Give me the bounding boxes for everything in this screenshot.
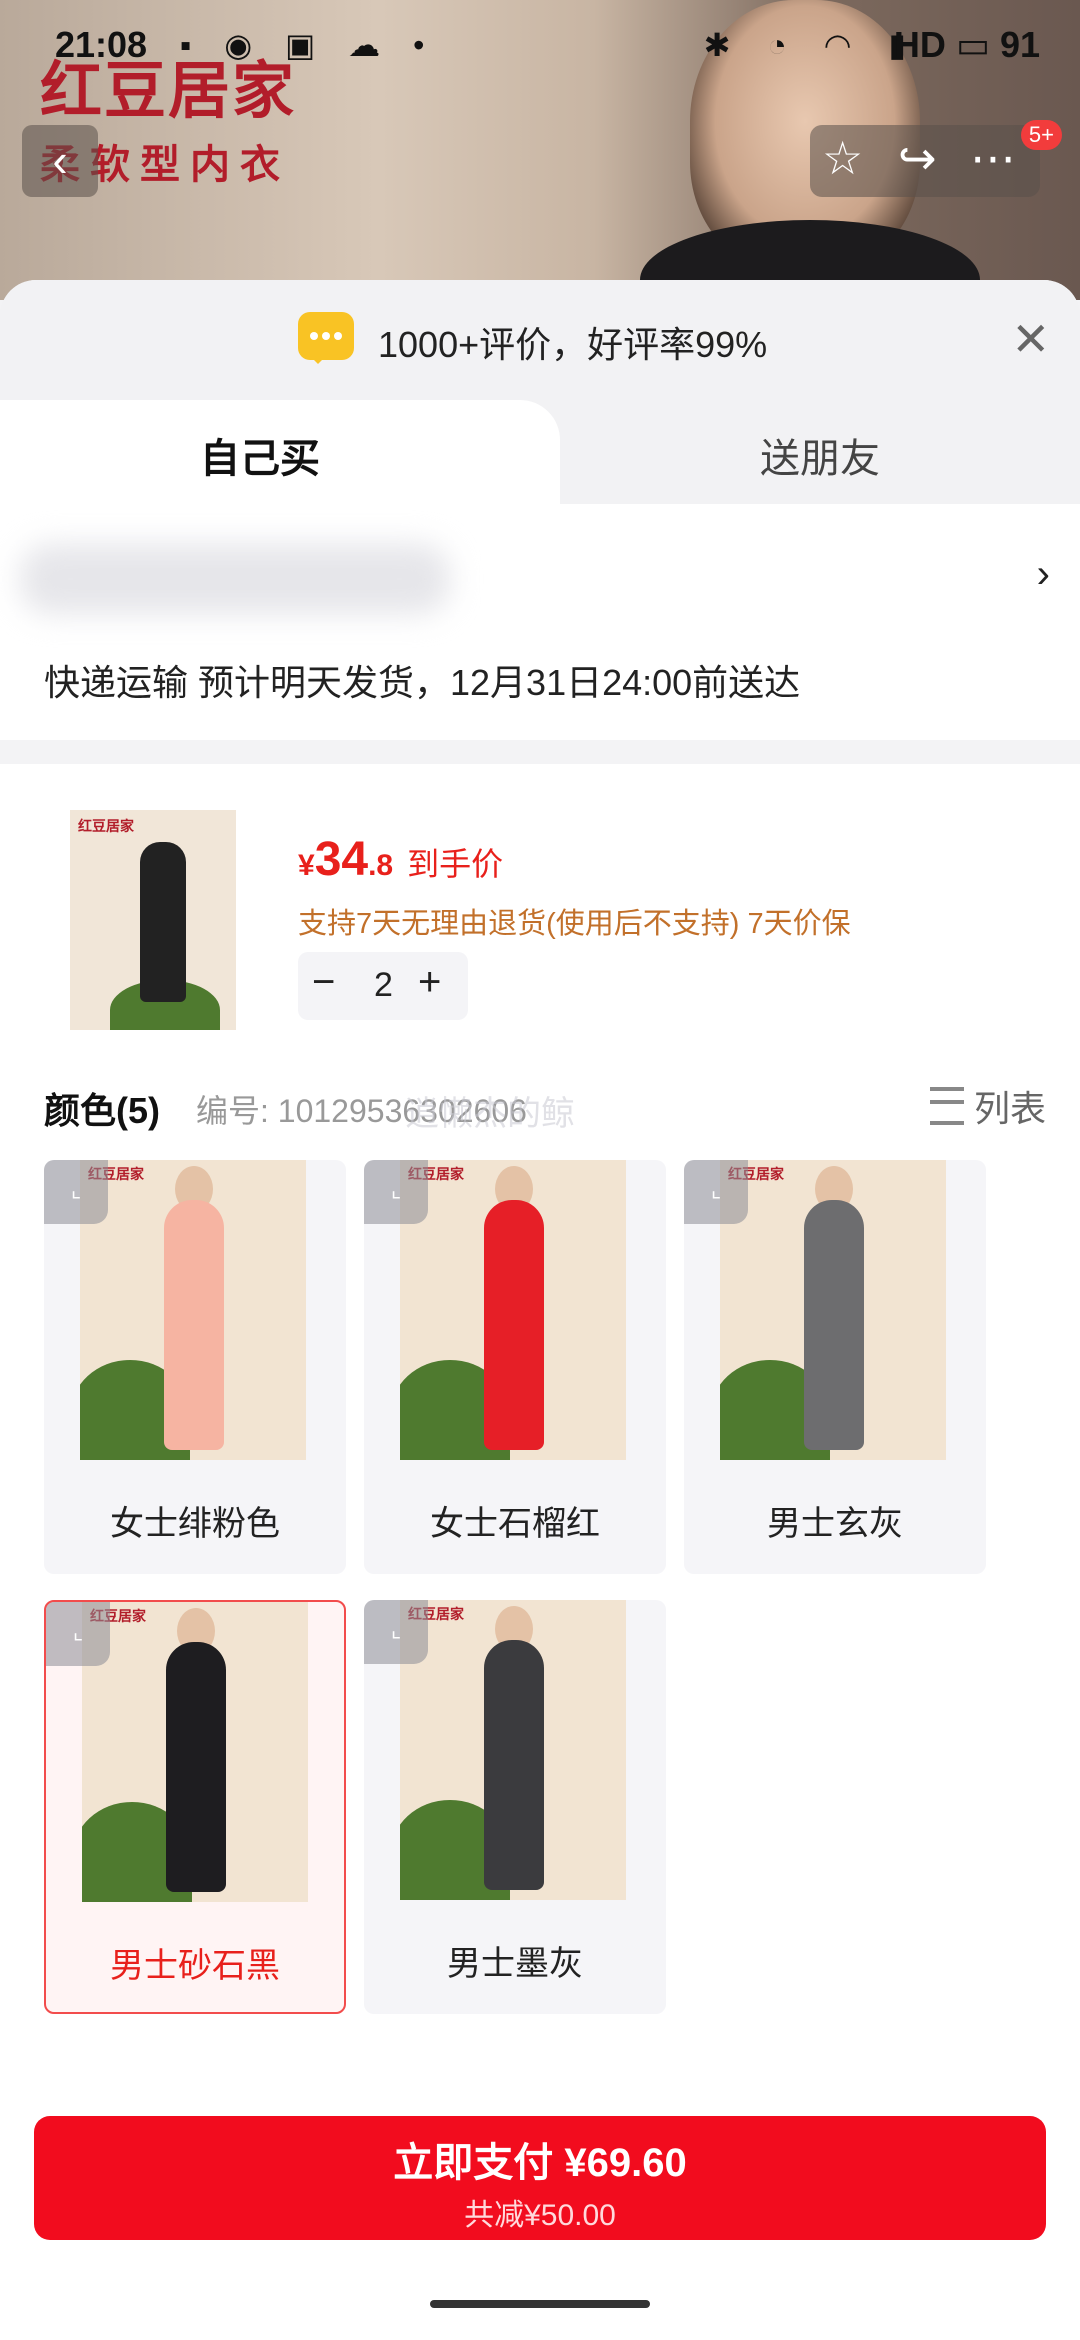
purchase-tabs: 自己买 送朋友 [0,400,1080,504]
tab-label: 自己买 [200,437,320,481]
purchase-sheet: 1000+评价，好评率99% ✕ 自己买 送朋友 › 快递运输 预计明天发货，1… [0,280,1080,2340]
color-option-image: 红豆居家 [720,1160,946,1460]
color-option-card[interactable]: 红豆居家 ⌞ 男士玄灰 [684,1160,986,1574]
option-model [164,1200,224,1450]
list-toggle-label: 列表 [973,1088,1046,1129]
discount-label: 共减¥50.00 [464,2199,616,2232]
expand-icon[interactable]: ⌞ [364,1600,428,1664]
color-option-card[interactable]: 红豆居家 ⌞ 男士墨灰 [364,1600,666,2014]
color-option-name: 男士砂石黑 [110,1947,280,1985]
network-label: HD [893,24,946,65]
color-option-card[interactable]: 红豆居家 ⌞ 女士石榴红 [364,1160,666,1574]
back-button[interactable]: ‹ [22,125,98,197]
option-model [484,1640,544,1890]
list-view-toggle[interactable]: 列表 [929,1080,1046,1132]
color-option-image: 红豆居家 [400,1600,626,1900]
close-icon[interactable]: ✕ [1011,312,1050,366]
status-battery: HD ▭ 91 [893,24,1040,65]
quantity-stepper: − 2 + [298,952,468,1020]
color-option-name: 女士绯粉色 [110,1505,280,1543]
color-option-name: 女士石榴红 [430,1505,600,1543]
color-option-name: 男士墨灰 [447,1945,583,1983]
expand-icon[interactable]: ⌞ [46,1602,110,1666]
review-summary: 1000+评价，好评率99% [378,324,768,365]
watermark: 逍懒杰的鲸 [405,1095,575,1133]
return-guarantee: 支持7天无理由退货(使用后不支持) 7天价保 [298,908,851,940]
status-bar: 21:08 ▪ ◉ ▣ ☁ • ✱ ◔ ◠ ▮ HD ▭ 91 [0,0,1080,90]
review-bar: 1000+评价，好评率99% ✕ [0,280,1080,400]
minus-icon[interactable]: − [312,960,335,1005]
thumbnail-model [140,842,186,1002]
address-section[interactable]: › 快递运输 预计明天发货，12月31日24:00前送达 [0,504,1080,740]
color-section-title: 颜色(5) [44,1082,160,1134]
price-display: ¥34.8 到手价 [298,832,503,887]
address-blurred [20,544,450,614]
top-actions: ☆ ↪ ⋯ [810,125,1040,197]
price-label: 到手价 [407,846,504,882]
color-title: 颜色(5) [44,1090,160,1131]
tab-buy-self[interactable]: 自己买 [0,400,560,504]
price-integer: 34 [314,833,369,886]
plus-icon[interactable]: + [418,960,441,1005]
home-indicator[interactable] [430,2300,650,2308]
back-arrow-icon: ‹ [52,134,68,186]
cart-count-badge: 5+ [1020,120,1062,150]
pay-label: 立即支付 ¥69.60 [393,2141,687,2185]
quantity-value: 2 [374,966,393,1004]
list-icon [929,1087,964,1125]
color-option-image: 红豆居家 [82,1602,308,1902]
color-option-name: 男士玄灰 [767,1505,903,1543]
price-currency: ¥ [298,849,315,882]
option-model [484,1200,544,1450]
expand-icon[interactable]: ⌞ [44,1160,108,1224]
pay-bar: 立即支付 ¥69.60 共减¥50.00 [0,2092,1080,2340]
favorite-star-icon[interactable]: ☆ [822,131,863,185]
tab-label: 送朋友 [760,437,880,481]
color-option-image: 红豆居家 [400,1160,626,1460]
pay-now-button[interactable]: 立即支付 ¥69.60 共减¥50.00 [34,2116,1046,2240]
thumbnail-logo: 红豆居家 [78,818,134,834]
tab-gift-friend[interactable]: 送朋友 [560,400,1080,504]
chevron-right-icon: › [1036,552,1050,596]
share-icon[interactable]: ↪ [898,131,937,185]
expand-icon[interactable]: ⌞ [684,1160,748,1224]
connectivity-icons: ✱ ◔ ◠ ▮ [703,27,920,63]
price-decimal: .8 [368,849,394,882]
option-model [804,1200,864,1450]
color-option-image: 红豆居家 [80,1160,306,1460]
battery-level: 91 [999,24,1040,65]
more-icon[interactable]: ⋯ [970,131,1016,185]
option-model [166,1642,226,1892]
expand-icon[interactable]: ⌞ [364,1160,428,1224]
shipping-estimate: 快递运输 预计明天发货，12月31日24:00前送达 [44,662,801,703]
status-time: 21:08 [55,24,148,65]
chat-bubble-icon [298,312,354,364]
color-option-card[interactable]: 红豆居家 ⌞ 男士砂石黑 [44,1600,346,2014]
notification-icons: ▪ ◉ ▣ ☁ • [180,27,437,63]
product-thumbnail[interactable]: 红豆居家 [70,810,236,1030]
color-option-card[interactable]: 红豆居家 ⌞ 女士绯粉色 [44,1160,346,1574]
